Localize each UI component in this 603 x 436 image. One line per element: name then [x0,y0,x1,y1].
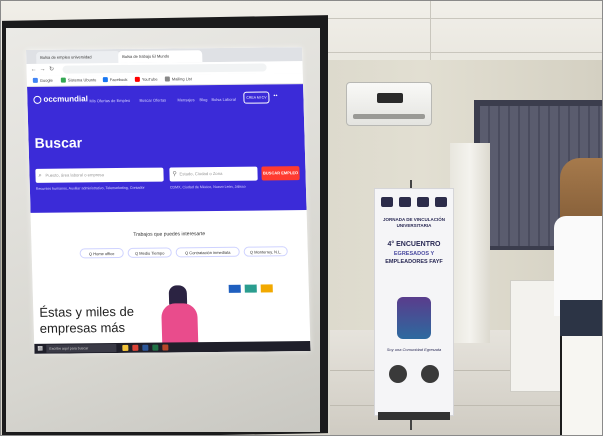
occ-logo-icon [33,95,42,104]
banner-stand-base [378,412,450,420]
search-hero: occmundial Mis Ofertas de Empleo Buscar … [27,84,307,213]
browser-tab-active[interactable]: Bolsa de trabajo El Mundo [118,50,203,64]
wall-column [450,143,490,343]
bookmark-item[interactable]: YouTube [134,76,158,83]
logo-text: occmundial [43,94,88,104]
air-conditioner [346,82,432,126]
chrome-icon[interactable] [132,344,139,351]
illustration-person [161,303,199,344]
location-search-input[interactable]: ⚲ Estado, Ciudad o Zona [169,166,258,182]
folder-icon [60,77,66,83]
banner-heading: UNIVERSITARIA [396,223,432,228]
nav-link[interactable]: Mis Ofertas de Empleo [89,98,130,103]
bookmark-label: Facebook [109,76,128,83]
site-logo[interactable]: occmundial [33,94,88,104]
browser-tab[interactable]: Bolsa de empleo universidad [36,51,121,64]
ac-brand-plate [377,93,403,103]
youtube-icon [134,76,140,82]
nav-link[interactable]: Bolsa Laboral [211,97,236,102]
projected-webpage: Bolsa de empleo universidad Bolsa de tra… [26,47,311,354]
headline-line: empresas más [39,319,126,336]
event-emblem [397,297,431,339]
keyword-placeholder: Puesto, área laboral o empresa [45,172,105,178]
university-logo [399,197,411,207]
taskbar-search[interactable]: Escribe aquí para buscar [46,344,117,353]
search-icon: ⌕ [38,172,42,179]
headline: Éstas y miles de empresas más [39,304,135,337]
interest-title: Trabajos que puedes interesarte [133,231,206,238]
search-jobs-button[interactable]: BUSCAR EMPLEO [261,166,300,181]
google-icon [32,77,38,83]
bookmark-item[interactable]: Google [32,77,53,84]
back-icon[interactable]: ← [30,67,36,73]
photo-scene: Bolsa de empleo universidad Bolsa de tra… [0,0,603,436]
url-bar[interactable] [62,63,267,74]
forward-icon[interactable]: → [39,67,45,73]
company-icon[interactable]: ●● [273,93,277,97]
excel-icon[interactable] [152,344,159,351]
partner-logo [260,284,273,293]
location-placeholder: Estado, Ciudad o Zona [179,170,223,177]
job-chip[interactable]: Q Monterrey, N.L. [243,246,288,257]
location-suggestions[interactable]: CDMX, Ciudad de México, Nuevo León, Jali… [170,185,246,191]
powerpoint-icon[interactable] [162,344,169,351]
facebook-icon [102,77,108,83]
bookmark-item[interactable]: Facebook [102,76,128,83]
location-icon: ⚲ [172,171,178,178]
university-logo [381,197,393,207]
nav-link[interactable]: Mensajes [177,97,194,102]
create-cv-button[interactable]: CREA MI CV [243,91,270,104]
search-title: Buscar [34,134,83,151]
university-seal [389,365,407,383]
nav-link[interactable]: Blog [199,97,207,102]
keyword-suggestions[interactable]: Recursos humanos, Auxiliar administrativ… [36,186,164,192]
banner-logos [381,197,447,207]
bookmark-label: Mailing List [171,76,192,82]
university-seal [421,365,439,383]
bookmark-item[interactable]: Mailing List [164,76,192,82]
bookmark-label: Sistema Ubuntu [67,77,97,83]
event-banner: JORNADA DE VINCULACIÓN UNIVERSITARIA 4° … [374,188,454,416]
banner-title: 4° ENCUENTRO [387,241,441,248]
nav-link[interactable]: Buscar Ofertas [139,98,166,103]
bookmark-label: YouTube [141,76,158,82]
job-chip[interactable]: Q Home office [79,247,124,259]
ac-vent [353,114,425,119]
partner-logo [244,284,257,293]
university-logo [417,197,429,207]
ceiling-tile-line [280,52,603,53]
windows-start-icon[interactable]: ▦ [37,346,43,352]
bookmark-item[interactable]: Sistema Ubuntu [60,77,97,83]
keyword-search-input[interactable]: ⌕ Puesto, área laboral o empresa [35,167,164,183]
headline-line: Éstas y miles de [39,303,135,320]
word-icon[interactable] [142,344,149,351]
file-explorer-icon[interactable] [122,344,129,351]
partner-logo [228,284,241,293]
bookmark-label: Google [39,77,53,83]
banner-heading: JORNADA DE VINCULACIÓN [382,217,446,222]
banner-title: EGRESADOS Y [393,251,435,257]
university-logo [435,197,447,207]
mail-icon [164,76,170,82]
job-chip[interactable]: Q Contratación inmediata [175,246,240,258]
reload-icon[interactable]: ↻ [48,67,54,73]
desk-corner [560,336,603,436]
banner-motto: Soy una Comunidad Egresada [386,347,442,352]
banner-title: EMPLEADORES FAYF [385,259,443,265]
job-chip[interactable]: Q Medio Tiempo [127,247,172,258]
occmundial-site: occmundial Mis Ofertas de Empleo Buscar … [27,84,311,354]
